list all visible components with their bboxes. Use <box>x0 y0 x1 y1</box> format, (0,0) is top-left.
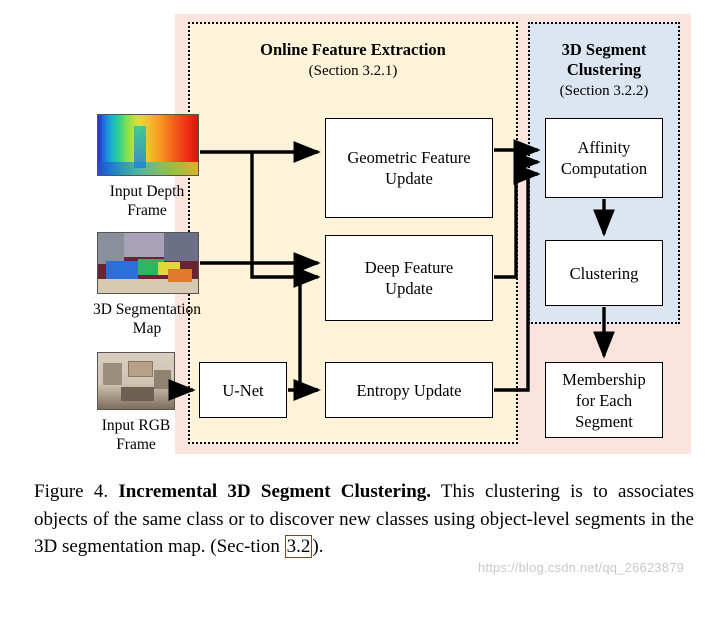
watermark: https://blog.csdn.net/qq_26623879 <box>478 560 685 575</box>
figure-4: Online Feature Extraction (Section 3.2.1… <box>0 0 727 617</box>
figure-body-2: ). <box>312 536 324 557</box>
segment-clustering-subtitle: (Section 3.2.2) <box>559 83 649 99</box>
rgb-object <box>102 363 123 386</box>
input-rgb-frame-thumbnail <box>97 352 175 410</box>
input-depth-frame-caption: Input Depth Frame <box>109 183 185 219</box>
affinity-computation-box[interactable]: Affinity Computation <box>545 118 663 198</box>
membership-output-box[interactable]: Membership for Each Segment <box>545 362 663 438</box>
diagram-canvas: Online Feature Extraction (Section 3.2.1… <box>0 0 727 470</box>
figure-caption: Figure 4. Incremental 3D Segment Cluster… <box>34 478 694 561</box>
seg-region <box>106 260 138 279</box>
deep-feature-update-box[interactable]: Deep Feature Update <box>325 235 493 321</box>
online-feature-extraction-subtitle: (Section 3.2.1) <box>308 63 398 79</box>
rgb-object <box>128 360 154 378</box>
seg-region <box>98 233 124 265</box>
segment-clustering-title: 3D Segment Clustering <box>561 40 647 79</box>
input-rgb-frame-caption: Input RGB Frame <box>101 417 171 453</box>
figure-title: Incremental 3D Segment Clustering. <box>118 481 432 502</box>
seg-region <box>164 233 198 261</box>
clustering-box[interactable]: Clustering <box>545 240 663 306</box>
input-depth-frame-thumbnail <box>97 114 199 176</box>
rgb-object <box>154 369 171 389</box>
depth-image <box>98 115 198 175</box>
unet-box[interactable]: U-Net <box>199 362 287 418</box>
segmentation-map-thumbnail <box>97 232 199 294</box>
rgb-object <box>120 386 155 402</box>
segmentation-map-caption: 3D Segmentation Map <box>92 301 202 337</box>
section-reference-link[interactable]: 3.2 <box>284 535 313 558</box>
segmentation-image <box>98 233 198 293</box>
figure-label: Figure 4. <box>34 481 109 502</box>
rgb-image <box>98 353 174 409</box>
geometric-feature-update-box[interactable]: Geometric Feature Update <box>325 118 493 218</box>
seg-region <box>124 233 164 257</box>
online-feature-extraction-title: Online Feature Extraction <box>260 40 446 59</box>
entropy-update-box[interactable]: Entropy Update <box>325 362 493 418</box>
seg-region <box>168 269 192 283</box>
